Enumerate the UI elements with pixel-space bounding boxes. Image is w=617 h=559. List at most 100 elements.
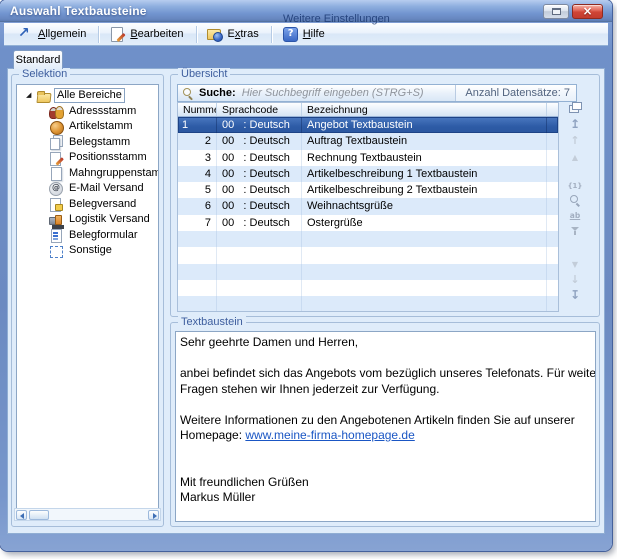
- letter-line: [180, 459, 595, 475]
- table-row-empty[interactable]: [178, 264, 558, 280]
- table-row-3[interactable]: 300 : DeutschRechnung Textbaustein: [178, 150, 558, 166]
- uebersicht-group: Übersicht Suche: Anzahl Datensätze: 7 Nu…: [170, 74, 600, 317]
- table-row-5[interactable]: 500 : DeutschArtikelbeschreibung 2 Textb…: [178, 182, 558, 198]
- cell-extra: [547, 133, 558, 149]
- scroll-top-icon[interactable]: [567, 117, 583, 130]
- cell-bezeichnung: [302, 280, 547, 296]
- search-bar[interactable]: Suche: Anzahl Datensätze: 7: [177, 84, 577, 102]
- table-row-empty[interactable]: [178, 231, 558, 247]
- cell-sprachcode: 00 : Deutsch: [217, 150, 302, 166]
- letter-line: Weitere Informationen zu den Angebotenen…: [180, 413, 595, 429]
- tree-item-artikelstamm[interactable]: Artikelstamm: [17, 119, 158, 135]
- cell-nummer: 6: [178, 198, 217, 214]
- tree-item-adressstamm[interactable]: Adressstamm: [17, 104, 158, 120]
- table-row-2[interactable]: 200 : DeutschAuftrag Textbaustein: [178, 133, 558, 149]
- document-form-icon: [48, 227, 64, 243]
- document-icon: [48, 165, 64, 181]
- column-header-sprachcode[interactable]: Sprachcode: [217, 103, 302, 116]
- tree-item-label: Positionsstamm: [69, 151, 147, 164]
- scroll-right-button[interactable]: [148, 510, 159, 520]
- tree-item-e-mail-versand[interactable]: E-Mail Versand: [17, 181, 158, 197]
- cell-nummer: 3: [178, 150, 217, 166]
- search-input[interactable]: [242, 87, 456, 99]
- cell-bezeichnung: Rechnung Textbaustein: [302, 150, 547, 166]
- table-row-6[interactable]: 600 : DeutschWeihnachtsgrüße: [178, 198, 558, 214]
- cell-extra: [547, 215, 558, 231]
- cell-nummer: 5: [178, 182, 217, 198]
- cell-sprachcode: [217, 231, 302, 247]
- tree-item-belegversand[interactable]: Belegversand: [17, 197, 158, 213]
- move-down-icon[interactable]: [567, 273, 583, 286]
- tree-item-sonstige[interactable]: Sonstige: [17, 243, 158, 259]
- tree-item-label: Artikelstamm: [69, 120, 133, 133]
- people-icon: [48, 103, 64, 119]
- column-header-bezeichnung[interactable]: Bezeichnung: [302, 103, 547, 116]
- document-pen-icon: [48, 150, 64, 166]
- letter-line: [180, 397, 595, 413]
- column-header-nummer[interactable]: Nummer: [178, 103, 217, 116]
- cell-nummer: 2: [178, 133, 217, 149]
- scroll-thumb[interactable]: [29, 510, 49, 520]
- cell-extra: [547, 182, 558, 198]
- cell-extra: [547, 264, 558, 280]
- cell-nummer: 4: [178, 166, 217, 182]
- table-row-empty[interactable]: [178, 247, 558, 263]
- cell-extra: [547, 280, 558, 296]
- table-row-empty[interactable]: [178, 280, 558, 296]
- tree-item-label: E-Mail Versand: [69, 182, 144, 195]
- page-down-icon[interactable]: [567, 258, 583, 271]
- cell-nummer: [178, 247, 217, 263]
- selection-tree: Alle BereicheAdressstammArtikelstamm Bele…: [16, 84, 159, 521]
- close-button[interactable]: ×: [572, 4, 603, 19]
- toolbar-button-hilfe[interactable]: Hilfe: [277, 24, 332, 44]
- table-row-empty[interactable]: [178, 296, 558, 312]
- tree-horizontal-scrollbar[interactable]: [14, 508, 161, 521]
- move-up-icon[interactable]: [567, 134, 583, 147]
- search-grid-icon[interactable]: [567, 194, 583, 207]
- scroll-bottom-icon[interactable]: [567, 288, 583, 301]
- letter-line: Fragen stehen wir Ihnen jederzeit zur Ve…: [180, 382, 595, 398]
- expander-icon[interactable]: [26, 92, 36, 99]
- close-icon: ×: [582, 5, 592, 17]
- cell-sprachcode: 00 : Deutsch: [217, 117, 302, 133]
- homepage-link[interactable]: www.meine-firma-homepage.de: [245, 428, 414, 442]
- letter-text: Sehr geehrte Damen und Herren,anbei befi…: [175, 331, 596, 522]
- cell-sprachcode: 00 : Deutsch: [217, 215, 302, 231]
- table-row-1[interactable]: 100 : DeutschAngebot Textbaustein: [178, 117, 558, 133]
- table-row-4[interactable]: 400 : DeutschArtikelbeschreibung 1 Textb…: [178, 166, 558, 182]
- navigator-group: [567, 179, 583, 237]
- cell-sprachcode: [217, 247, 302, 263]
- cell-bezeichnung: Auftrag Textbaustein: [302, 133, 547, 149]
- tree-item-belegstamm[interactable]: Belegstamm: [17, 135, 158, 151]
- incremental-search-icon[interactable]: [567, 209, 583, 222]
- cell-extra: [547, 166, 558, 182]
- filter-icon[interactable]: [567, 224, 583, 237]
- toolbar-button-bearbeiten[interactable]: Bearbeiten: [104, 24, 190, 44]
- window-controls: ×: [543, 4, 603, 19]
- tree-item-logistik-versand[interactable]: Logistik Versand: [17, 212, 158, 228]
- record-count-icon[interactable]: [567, 179, 583, 192]
- table-body: 100 : DeutschAngebot Textbaustein200 : D…: [178, 117, 558, 312]
- package-icon: [48, 119, 64, 135]
- cell-bezeichnung: [302, 264, 547, 280]
- scroll-left-button[interactable]: [16, 510, 27, 520]
- toolbar-button-allgemein[interactable]: Allgemein: [12, 24, 93, 44]
- tab-standard[interactable]: Standard: [13, 50, 63, 69]
- maximize-button[interactable]: [543, 4, 569, 19]
- toolbar-button-extras[interactable]: Extras: [202, 24, 266, 44]
- data-grid: NummerSprachcodeBezeichnung 100 : Deutsc…: [177, 102, 559, 312]
- letter-line: Homepage: www.meine-firma-homepage.de: [180, 428, 595, 444]
- table-row-7[interactable]: 700 : DeutschOstergrüße: [178, 215, 558, 231]
- documents-icon: [48, 134, 64, 150]
- collapse-columns-icon[interactable]: [567, 100, 583, 113]
- cell-sprachcode: [217, 280, 302, 296]
- toolbar-separator: [271, 26, 272, 43]
- cell-bezeichnung: [302, 231, 547, 247]
- tree-item-positionsstamm[interactable]: Positionsstamm: [17, 150, 158, 166]
- tree-item-mahngruppenstamm[interactable]: Mahngruppenstamm: [17, 166, 158, 182]
- tree-item-alle-bereiche[interactable]: Alle Bereiche: [17, 88, 158, 104]
- cell-nummer: [178, 296, 217, 312]
- tree-item-belegformular[interactable]: Belegformular: [17, 228, 158, 244]
- page-up-icon[interactable]: [567, 151, 583, 164]
- letter-line: [180, 351, 595, 367]
